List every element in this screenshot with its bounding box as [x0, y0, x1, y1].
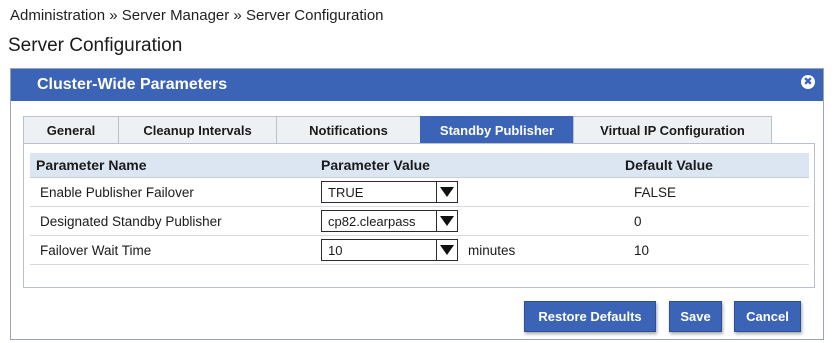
breadcrumb: Administration » Server Manager » Server… [10, 7, 384, 24]
select-value: 10 [328, 242, 343, 258]
tab-bar: General Cleanup Intervals Notifications … [23, 116, 772, 144]
select-value: TRUE [328, 184, 364, 200]
tab-cleanup-intervals[interactable]: Cleanup Intervals [118, 116, 277, 143]
parameter-value-cell: cp82.clearpass [321, 210, 621, 232]
parameter-name: Designated Standby Publisher [40, 213, 222, 229]
dropdown-arrow-icon[interactable] [436, 182, 457, 202]
header-parameter-value: Parameter Value [321, 157, 430, 173]
tab-virtual-ip-configuration[interactable]: Virtual IP Configuration [573, 116, 772, 143]
failover-wait-time-select[interactable]: 10 [321, 239, 458, 261]
header-parameter-name: Parameter Name [36, 157, 147, 173]
table-row: Designated Standby Publisher cp82.clearp… [30, 207, 809, 236]
table-row: Failover Wait Time 10 minutes 10 [30, 236, 809, 265]
panel-title: Cluster-Wide Parameters [37, 76, 228, 93]
tab-general[interactable]: General [23, 116, 119, 143]
parameter-value-cell: 10 minutes [321, 239, 621, 261]
default-value: 10 [634, 242, 650, 258]
cancel-button[interactable]: Cancel [734, 301, 801, 332]
select-value: cp82.clearpass [328, 213, 416, 229]
tab-content: Parameter Name Parameter Value Default V… [23, 143, 815, 288]
save-button[interactable]: Save [669, 301, 722, 332]
default-value: 0 [634, 213, 642, 229]
default-value: FALSE [634, 184, 677, 200]
restore-defaults-button[interactable]: Restore Defaults [524, 301, 656, 332]
parameter-value-cell: TRUE [321, 181, 621, 203]
dropdown-arrow-icon[interactable] [436, 211, 457, 231]
parameters-table: Parameter Name Parameter Value Default V… [30, 153, 809, 265]
enable-failover-select[interactable]: TRUE [321, 181, 458, 203]
tab-standby-publisher[interactable]: Standby Publisher [420, 116, 574, 143]
page-title: Server Configuration [8, 35, 183, 56]
close-icon[interactable]: ✖ [801, 75, 815, 89]
tab-notifications[interactable]: Notifications [276, 116, 421, 143]
cluster-parameters-panel: Cluster-Wide Parameters ✖ General Cleanu… [10, 68, 824, 340]
standby-publisher-select[interactable]: cp82.clearpass [321, 210, 458, 232]
panel-header: Cluster-Wide Parameters ✖ [11, 69, 823, 101]
table-row: Enable Publisher Failover TRUE FALSE [30, 178, 809, 207]
dropdown-arrow-icon[interactable] [436, 240, 457, 260]
table-header: Parameter Name Parameter Value Default V… [30, 153, 809, 178]
parameter-name: Enable Publisher Failover [40, 184, 194, 200]
unit-label: minutes [468, 242, 516, 258]
parameter-name: Failover Wait Time [40, 242, 152, 258]
header-default-value: Default Value [625, 157, 713, 173]
